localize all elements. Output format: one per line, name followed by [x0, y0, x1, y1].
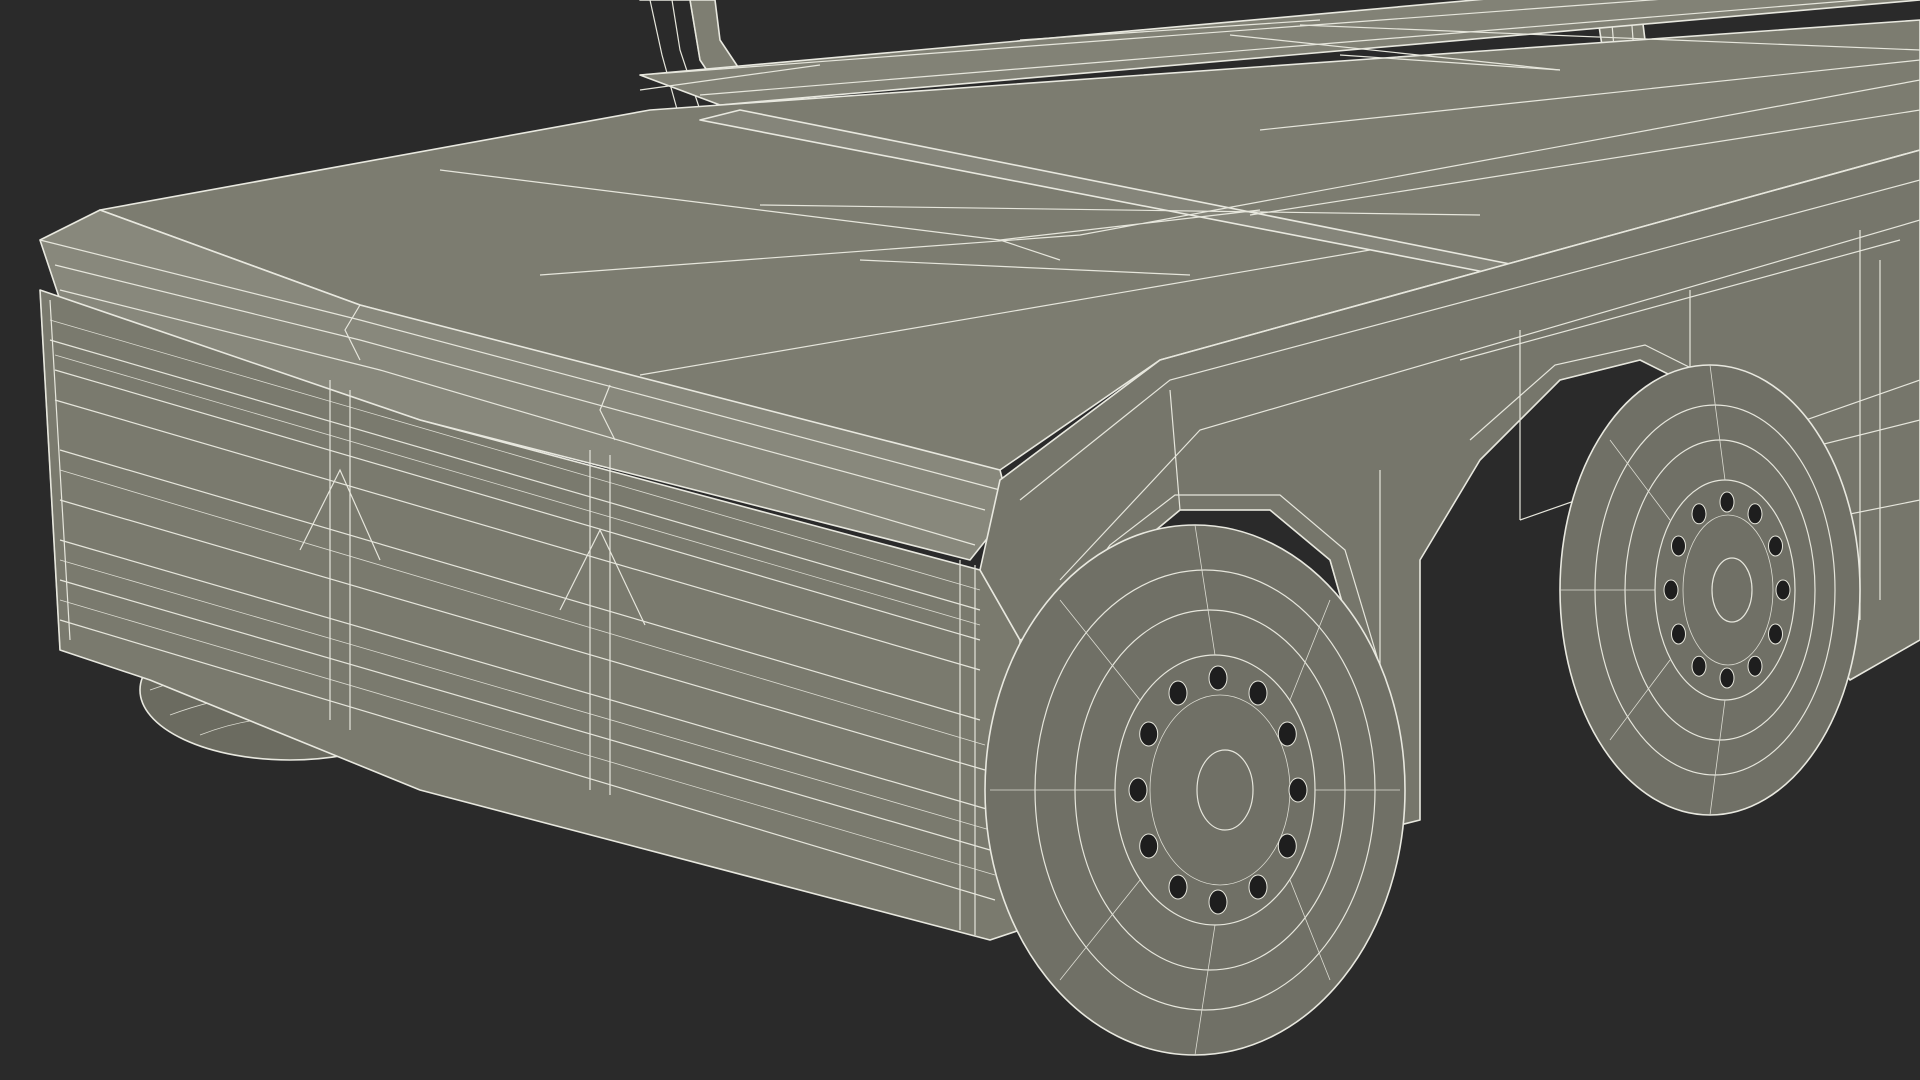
- lug-hole: [1747, 655, 1763, 677]
- front-wheel: [984, 524, 1406, 1056]
- lug-hole: [1248, 874, 1268, 900]
- lug-hole: [1168, 874, 1188, 900]
- lug-hole: [1775, 579, 1791, 601]
- lug-hole: [1288, 777, 1308, 803]
- lug-hole: [1691, 655, 1707, 677]
- lug-hole: [1663, 579, 1679, 601]
- wireframe-render: [39, 0, 1920, 1056]
- lug-hole: [1248, 680, 1268, 706]
- lug-hole: [1168, 680, 1188, 706]
- lug-hole: [1208, 665, 1228, 691]
- lug-hole: [1719, 491, 1735, 513]
- lug-hole: [1719, 667, 1735, 689]
- lug-hole: [1671, 535, 1686, 557]
- lug-hole: [1277, 721, 1297, 747]
- lug-hole: [1139, 833, 1159, 859]
- lug-hole: [1768, 623, 1783, 645]
- lug-hole: [1747, 503, 1763, 525]
- lug-hole: [1208, 889, 1228, 915]
- lug-hole: [1671, 623, 1686, 645]
- lug-hole: [1139, 721, 1159, 747]
- lug-hole: [1691, 503, 1707, 525]
- rear-wheel: [1559, 364, 1861, 816]
- lug-hole: [1128, 777, 1148, 803]
- lug-hole: [1277, 833, 1297, 859]
- lug-hole: [1768, 535, 1783, 557]
- 3d-viewport[interactable]: [0, 0, 1920, 1080]
